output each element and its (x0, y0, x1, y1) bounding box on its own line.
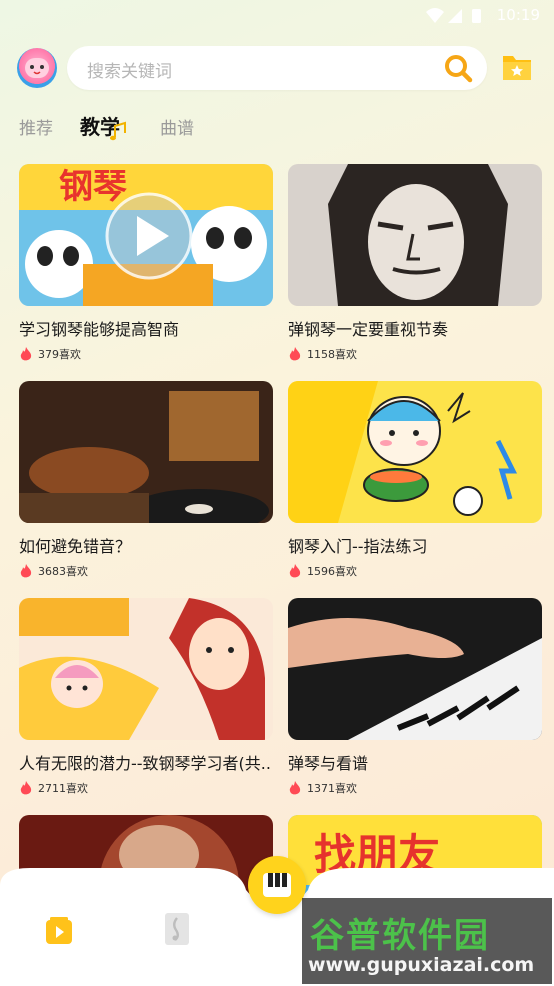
category-tabs: 推荐 教学 曲谱 (0, 108, 554, 144)
watermark: 谷普软件园 www.gupuxiazai.com (302, 898, 552, 984)
record-player-image (19, 381, 273, 523)
fire-icon (289, 563, 301, 577)
likes-count: 1596喜欢 (307, 565, 357, 578)
likes-count: 2711喜欢 (38, 782, 88, 795)
likes-count: 379喜欢 (38, 348, 81, 361)
video-thumbnail (19, 381, 273, 523)
likes: 1596喜欢 (288, 563, 357, 579)
music-note-icon (110, 121, 126, 141)
signal-icon (448, 9, 462, 23)
video-thumbnail (288, 164, 542, 306)
likes-count: 3683喜欢 (38, 565, 88, 578)
cartoon-girl-image (288, 381, 542, 523)
wifi-icon (426, 8, 444, 23)
likes: 2711喜欢 (19, 780, 88, 796)
search-box[interactable]: 搜索关键词 (67, 46, 487, 90)
likes: 1371喜欢 (288, 780, 357, 796)
video-icon[interactable] (44, 916, 74, 946)
piano-button[interactable] (248, 856, 306, 914)
video-title: 弹钢琴一定要重视节奏 (288, 320, 449, 339)
hands-on-keys-image (288, 598, 542, 740)
pandas-video-image: 钢琴 (19, 164, 273, 306)
status-bar: 10:19 (0, 0, 554, 32)
video-title: 如何避免错音？ (19, 537, 132, 556)
video-title: 人有无限的潜力--致钢琴学习者(共.. (19, 754, 271, 773)
video-thumbnail (288, 381, 542, 523)
fire-icon (20, 563, 32, 577)
video-card[interactable]: 钢琴入门--指法练习 1596喜欢 (288, 381, 542, 581)
beethoven-portrait-image (288, 164, 542, 306)
video-card[interactable]: 弹钢琴一定要重视节奏 1158喜欢 (288, 164, 542, 364)
battery-icon (472, 9, 481, 23)
video-card[interactable]: 人有无限的潜力--致钢琴学习者(共.. 2711喜欢 (19, 598, 273, 798)
status-icons (426, 8, 481, 23)
likes-count: 1371喜欢 (307, 782, 357, 795)
baby-panda-avatar-icon (30, 65, 44, 75)
video-title: 弹琴与看谱 (288, 754, 369, 773)
video-card[interactable]: 钢琴 学习钢琴能够提高智商 379喜欢 (19, 164, 273, 364)
thumb-card1-text: 钢琴 (59, 167, 127, 207)
video-title: 钢琴入门--指法练习 (288, 537, 428, 556)
status-time: 10:19 (496, 6, 540, 24)
likes: 379喜欢 (19, 346, 81, 362)
watermark-url: www.gupuxiazai.com (308, 954, 535, 976)
video-thumbnail (288, 598, 542, 740)
video-card[interactable]: 如何避免错音？ 3683喜欢 (19, 381, 273, 581)
fire-icon (20, 780, 32, 794)
tab-recommend[interactable]: 推荐 (19, 114, 53, 139)
fire-icon (289, 346, 301, 360)
piano-keys-icon (263, 873, 291, 897)
video-thumbnail: 钢琴 (19, 164, 273, 306)
avatar-face (25, 58, 49, 78)
fire-icon (20, 346, 32, 360)
likes: 3683喜欢 (19, 563, 88, 579)
watermark-title: 谷普软件园 (310, 916, 490, 956)
score-icon[interactable] (164, 912, 190, 946)
video-grid: 钢琴 学习钢琴能够提高智商 379喜欢 弹钢琴一定要重视节奏 1158喜欢 如何… (0, 164, 554, 924)
video-card[interactable]: 弹琴与看谱 1371喜欢 (288, 598, 542, 798)
likes: 1158喜欢 (288, 346, 357, 362)
video-thumbnail (19, 598, 273, 740)
tab-scores[interactable]: 曲谱 (160, 114, 194, 139)
cartoon-mother-image (19, 598, 273, 740)
star-folder-icon[interactable] (501, 52, 533, 82)
likes-count: 1158喜欢 (307, 348, 357, 361)
header: 搜索关键词 (0, 46, 554, 90)
search-input[interactable]: 搜索关键词 (87, 57, 172, 82)
fire-icon (289, 780, 301, 794)
search-icon[interactable] (443, 53, 473, 83)
video-title: 学习钢琴能够提高智商 (19, 320, 180, 339)
avatar[interactable] (17, 48, 57, 88)
